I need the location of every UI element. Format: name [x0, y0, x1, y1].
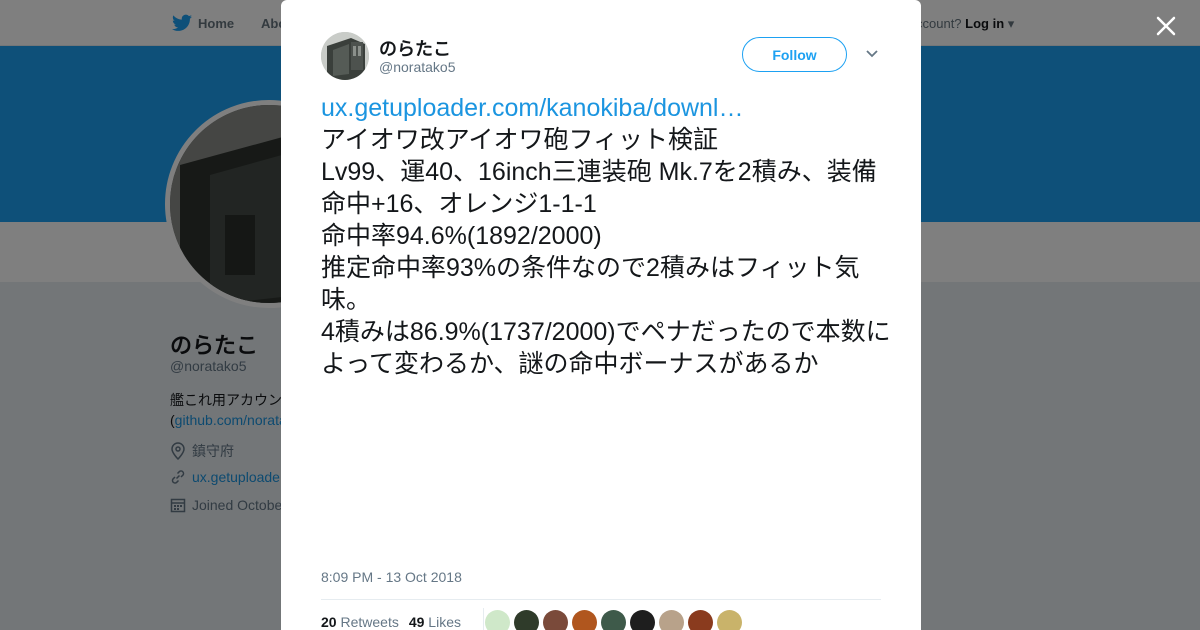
tweet-stats: 20 Retweets 49 Likes — [321, 614, 461, 630]
stats-divider — [321, 599, 881, 600]
tweet-link[interactable]: ux.getuploader.com/kanokiba/downl… — [321, 92, 891, 124]
retweets-count: 20 — [321, 614, 337, 630]
liker-avatar[interactable] — [572, 610, 597, 630]
follow-button[interactable]: Follow — [742, 37, 847, 72]
tweet-timestamp[interactable]: 8:09 PM - 13 Oct 2018 — [321, 569, 462, 585]
tweet-line: 命中率94.6%(1892/2000) — [321, 222, 602, 250]
tweet-modal: のらたこ @noratako5 Follow ux.getuploader.co… — [281, 0, 921, 630]
tweet-line: 推定命中率93%の条件なので2積みはフィット気味。 — [321, 254, 860, 314]
liker-avatar[interactable] — [543, 610, 568, 630]
close-icon[interactable] — [1152, 12, 1180, 40]
liker-avatar[interactable] — [601, 610, 626, 630]
author-name[interactable]: のらたこ — [379, 35, 451, 61]
liker-avatar[interactable] — [514, 610, 539, 630]
author-avatar-image — [321, 32, 369, 80]
likes-label: Likes — [428, 614, 461, 630]
tweet-text: ux.getuploader.com/kanokiba/downl… アイオワ改… — [321, 92, 891, 380]
liker-avatar[interactable] — [485, 610, 510, 630]
liker-avatar[interactable] — [630, 610, 655, 630]
tweet-line: 4積みは86.9%(1737/2000)でペナだったので本数によって変わるか、謎… — [321, 318, 891, 378]
stats-separator — [483, 608, 484, 630]
tweet-line: アイオワ改アイオワ砲フィット検証 — [321, 126, 719, 154]
chevron-down-icon[interactable] — [865, 49, 879, 59]
liker-avatar[interactable] — [688, 610, 713, 630]
retweets-label: Retweets — [340, 614, 399, 630]
likes-count: 49 — [408, 614, 425, 630]
retweets-stat[interactable]: 20 Retweets — [321, 614, 399, 630]
liker-avatar[interactable] — [717, 610, 742, 630]
tweet-line: Lv99、運40、16inch三連装砲 Mk.7を2積み、装備命中+16、オレン… — [321, 158, 877, 218]
author-handle[interactable]: @noratako5 — [379, 59, 455, 75]
liker-avatar[interactable] — [659, 610, 684, 630]
liker-avatars — [485, 610, 742, 630]
author-avatar[interactable] — [321, 32, 369, 80]
likes-stat[interactable]: 49 Likes — [409, 614, 461, 630]
